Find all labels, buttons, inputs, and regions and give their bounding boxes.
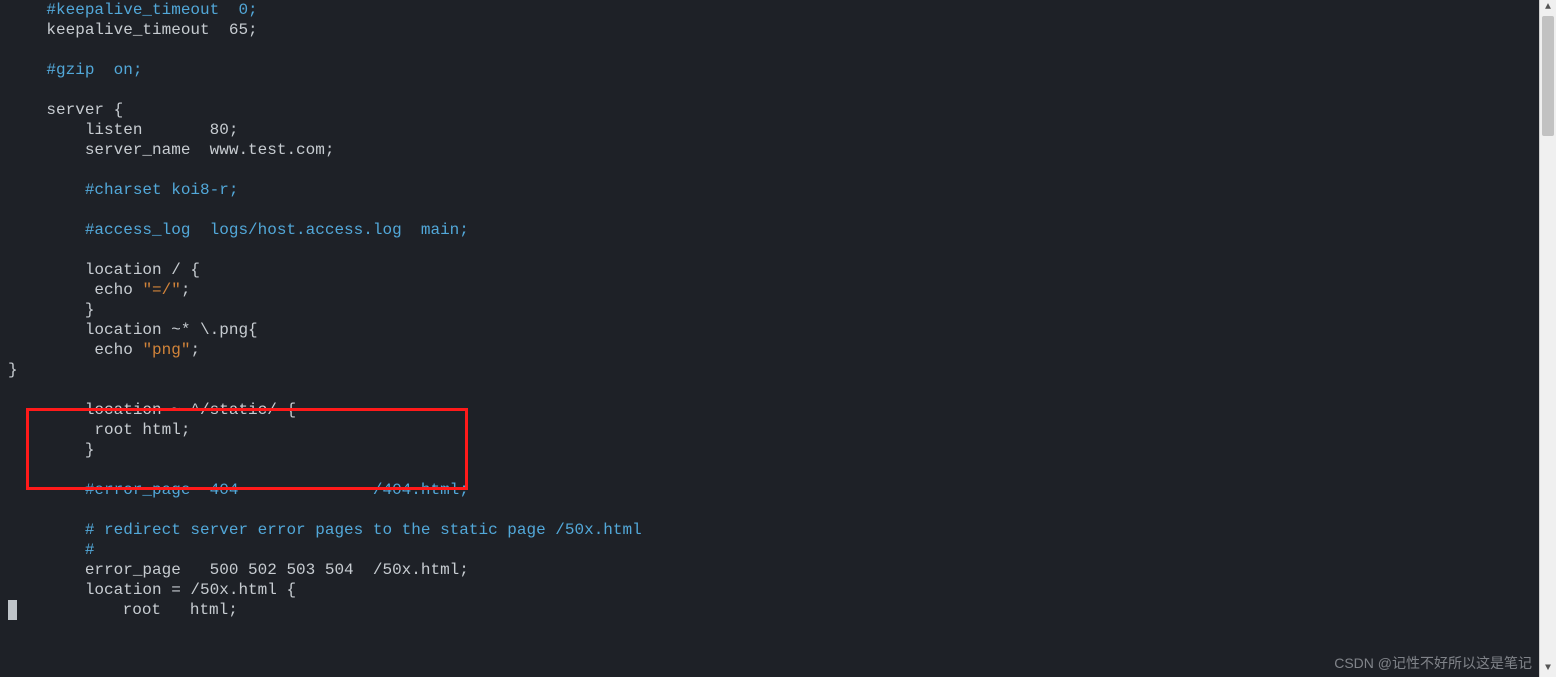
code-text: root html; [123,601,238,619]
code-string: "=/" [142,281,180,299]
code-line: } [8,360,1540,380]
code-text: location / { [85,261,200,279]
code-comment: # redirect server error pages to the sta… [85,521,642,539]
code-line: #access_log logs/host.access.log main; [8,220,1540,240]
code-text: ; [181,281,191,299]
chevron-down-icon: ▼ [1545,659,1551,677]
code-text: echo [94,281,142,299]
code-line [8,160,1540,180]
code-line: location ~* \.png{ [8,320,1540,340]
watermark-text: CSDN @记性不好所以这是笔记 [1334,653,1532,673]
code-line [8,40,1540,60]
code-text: server { [46,101,123,119]
code-comment: #access_log logs/host.access.log main; [85,221,469,239]
code-text: } [8,361,18,379]
code-line: #charset koi8-r; [8,180,1540,200]
code-line: location ~ ^/static/ { [8,400,1540,420]
code-text: location ~ ^/static/ { [85,401,296,419]
code-line: keepalive_timeout 65; [8,20,1540,40]
code-text: server_name www.test.com; [85,141,335,159]
code-line: } [8,440,1540,460]
code-line: # redirect server error pages to the sta… [8,520,1540,540]
code-text: } [85,441,95,459]
code-text: keepalive_timeout 65; [46,21,257,39]
code-text: location = /50x.html { [85,581,296,599]
code-text: echo [94,341,142,359]
code-comment: #keepalive_timeout 0; [46,1,257,19]
code-text: error_page 500 502 503 504 /50x.html; [85,561,469,579]
code-line: server_name www.test.com; [8,140,1540,160]
code-line: #error_page 404 /404.html; [8,480,1540,500]
code-line: root html; [8,600,1540,620]
code-line: # [8,540,1540,560]
code-comment: #gzip on; [46,61,142,79]
scrollbar-up-arrow[interactable]: ▲ [1540,0,1556,16]
code-line [8,460,1540,480]
text-cursor [8,600,17,620]
code-line: #keepalive_timeout 0; [8,0,1540,20]
code-line [8,500,1540,520]
code-text: root html; [94,421,190,439]
code-line [8,380,1540,400]
code-line: } [8,300,1540,320]
code-line [8,240,1540,260]
code-line: location = /50x.html { [8,580,1540,600]
code-line: #gzip on; [8,60,1540,80]
code-line [8,80,1540,100]
code-line: echo "png"; [8,340,1540,360]
code-block[interactable]: #keepalive_timeout 0; keepalive_timeout … [0,0,1540,620]
code-comment: #charset koi8-r; [85,181,239,199]
code-line: server { [8,100,1540,120]
code-line: listen 80; [8,120,1540,140]
scrollbar-thumb[interactable] [1542,16,1554,136]
code-text: location ~* \.png{ [85,321,258,339]
code-line [8,200,1540,220]
code-string: "png" [142,341,190,359]
code-text: listen 80; [85,121,239,139]
code-text: ; [190,341,200,359]
editor-viewport[interactable]: #keepalive_timeout 0; keepalive_timeout … [0,0,1540,677]
code-line: echo "=/"; [8,280,1540,300]
code-comment: #error_page 404 /404.html; [85,481,469,499]
code-line: root html; [8,420,1540,440]
code-line: location / { [8,260,1540,280]
code-line: error_page 500 502 503 504 /50x.html; [8,560,1540,580]
code-comment: # [85,541,95,559]
scrollbar-down-arrow[interactable]: ▼ [1540,661,1556,677]
code-text: } [85,301,95,319]
vertical-scrollbar[interactable]: ▲ ▼ [1539,0,1556,677]
